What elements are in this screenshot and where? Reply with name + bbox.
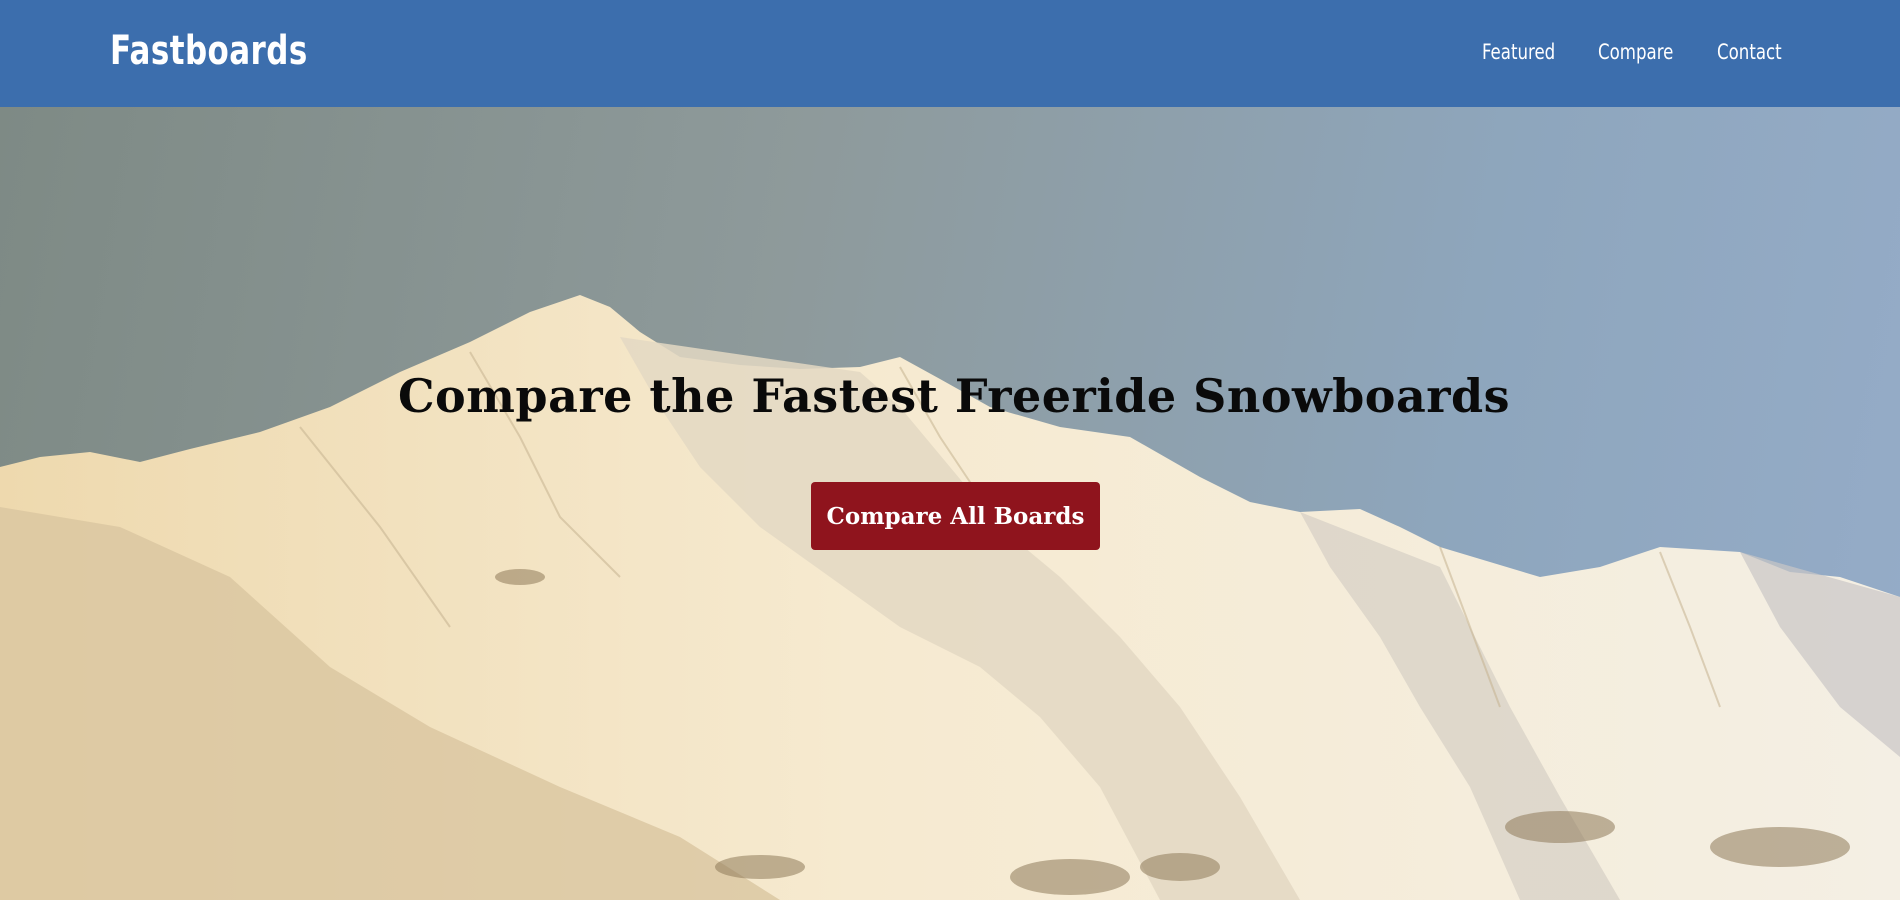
hero-section: Compare the Fastest Freeride Snowboards … xyxy=(0,107,1900,900)
nav-link-featured[interactable]: Featured xyxy=(1482,40,1555,64)
brand-logo[interactable]: Fastboards xyxy=(110,28,308,74)
compare-all-boards-button[interactable]: Compare All Boards xyxy=(811,482,1100,550)
hero-title: Compare the Fastest Freeride Snowboards xyxy=(397,369,1511,423)
nav-links: Featured Compare Contact xyxy=(1482,40,1790,64)
nav-link-compare[interactable]: Compare xyxy=(1598,40,1673,64)
navbar: Fastboards Featured Compare Contact xyxy=(0,0,1900,107)
nav-link-contact[interactable]: Contact xyxy=(1717,40,1782,64)
